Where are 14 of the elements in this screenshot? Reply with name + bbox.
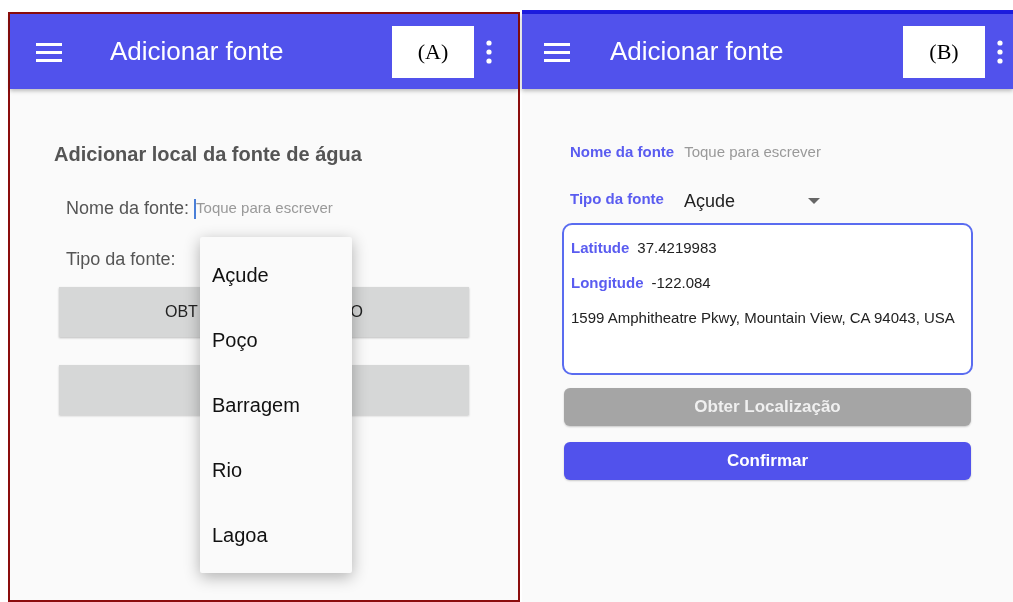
app-title: Adicionar fonte — [110, 35, 285, 68]
longitude-value: -122.084 — [651, 273, 711, 293]
field-label: Tipo da fonte: — [65, 248, 177, 271]
address-text: 1599 Amphitheatre Pkwy, Mountain View, CA 94043, USA — [571, 307, 956, 328]
figure-label: (A) — [392, 25, 474, 78]
field-label: Longitude — [571, 273, 644, 293]
field-label: Tipo da fonte — [570, 188, 664, 209]
latitude-value: 37.4219983 — [637, 237, 717, 258]
section-heading: Adicionar local da fonte de água — [54, 142, 363, 167]
field-label: Latitude — [571, 237, 630, 258]
app-title: Adicionar fonte — [610, 35, 785, 68]
field-label: Nome da fonte — [570, 142, 675, 162]
field-label: Nome da fonte: — [66, 197, 190, 220]
figure-label: (B) — [903, 25, 985, 78]
